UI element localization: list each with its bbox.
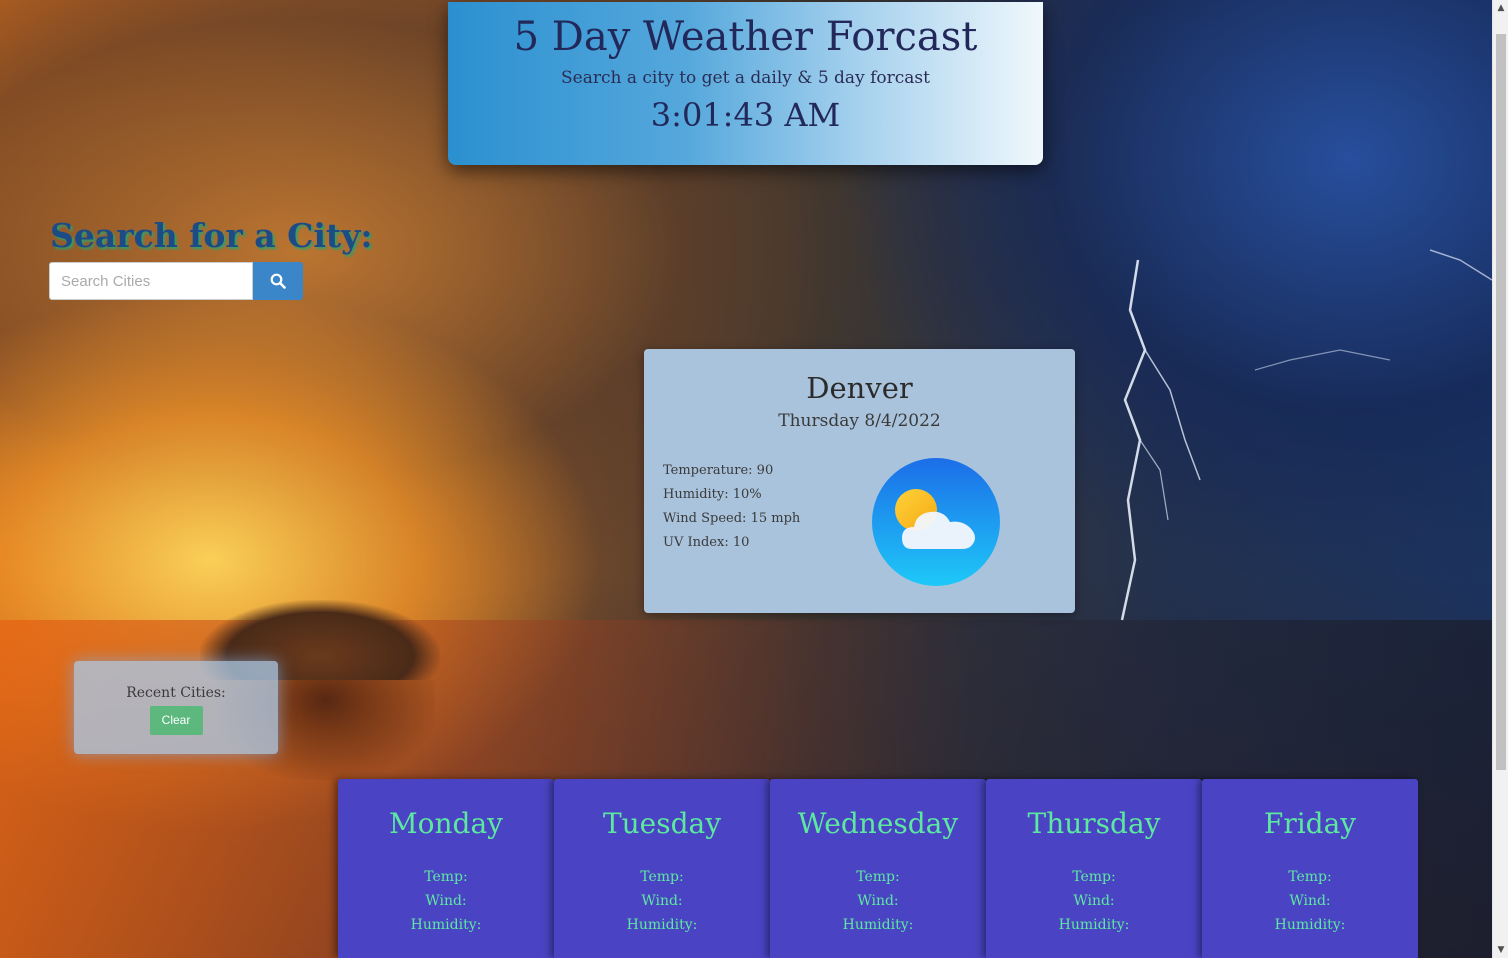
city-name: Denver xyxy=(806,371,913,405)
forecast-humidity: Humidity: xyxy=(1058,917,1130,933)
forecast-wind: Wind: xyxy=(641,893,683,909)
search-icon xyxy=(270,273,286,289)
scroll-down-arrow-icon[interactable]: ▼ xyxy=(1493,942,1508,958)
forecast-wind: Wind: xyxy=(425,893,467,909)
lightning-decoration xyxy=(1120,249,1492,621)
temperature-stat: Temperature: 90 xyxy=(663,463,774,478)
forecast-temp: Temp: xyxy=(1072,869,1116,885)
partly-cloudy-icon xyxy=(872,458,1000,586)
search-button[interactable] xyxy=(253,262,303,300)
wind-speed-stat: Wind Speed: 15 mph xyxy=(663,511,801,526)
forecast-humidity: Humidity: xyxy=(842,917,914,933)
uv-index-stat: UV Index: 10 xyxy=(663,535,750,550)
forecast-temp: Temp: xyxy=(856,869,900,885)
page-subtitle: Search a city to get a daily & 5 day for… xyxy=(561,68,930,88)
forecast-card: Wednesday Temp: Wind: Humidity: xyxy=(770,779,986,958)
forecast-day-name: Friday xyxy=(1263,807,1357,840)
search-heading: Search for a City: xyxy=(50,216,373,255)
forecast-humidity: Humidity: xyxy=(410,917,482,933)
current-stats: Temperature: 90 Humidity: 10% Wind Speed… xyxy=(663,459,800,555)
forecast-card: Monday Temp: Wind: Humidity: xyxy=(338,779,554,958)
forecast-wind: Wind: xyxy=(1073,893,1115,909)
five-day-forecast: Monday Temp: Wind: Humidity: Tuesday Tem… xyxy=(338,779,1418,958)
page-title: 5 Day Weather Forcast xyxy=(513,14,978,60)
search-input[interactable] xyxy=(49,262,253,300)
forecast-day-name: Thursday xyxy=(1027,807,1161,840)
forecast-day-name: Tuesday xyxy=(602,807,722,840)
forecast-temp: Temp: xyxy=(1288,869,1332,885)
recent-cities-panel: Recent Cities: Clear xyxy=(74,661,278,754)
humidity-stat: Humidity: 10% xyxy=(663,487,762,502)
vertical-scrollbar[interactable]: ▲ ▼ xyxy=(1492,0,1508,958)
forecast-wind: Wind: xyxy=(857,893,899,909)
forecast-day-name: Monday xyxy=(389,807,503,840)
forecast-card: Tuesday Temp: Wind: Humidity: xyxy=(554,779,770,958)
current-weather-card: Denver Thursday 8/4/2022 Temperature: 90… xyxy=(644,349,1075,613)
forecast-wind: Wind: xyxy=(1289,893,1331,909)
forecast-day-name: Wednesday xyxy=(797,807,959,840)
forecast-humidity: Humidity: xyxy=(1274,917,1346,933)
recent-cities-label: Recent Cities: xyxy=(126,685,226,701)
forecast-humidity: Humidity: xyxy=(626,917,698,933)
scroll-up-arrow-icon[interactable]: ▲ xyxy=(1493,0,1508,16)
current-time-clock: 3:01:43 AM xyxy=(650,96,841,134)
current-date: Thursday 8/4/2022 xyxy=(778,411,941,431)
scroll-thumb[interactable] xyxy=(1496,34,1506,770)
forecast-temp: Temp: xyxy=(424,869,468,885)
clear-button[interactable]: Clear xyxy=(149,706,203,735)
forecast-card: Thursday Temp: Wind: Humidity: xyxy=(986,779,1202,958)
forecast-temp: Temp: xyxy=(640,869,684,885)
header-banner: 5 Day Weather Forcast Search a city to g… xyxy=(448,2,1043,165)
forecast-card: Friday Temp: Wind: Humidity: xyxy=(1202,779,1418,958)
